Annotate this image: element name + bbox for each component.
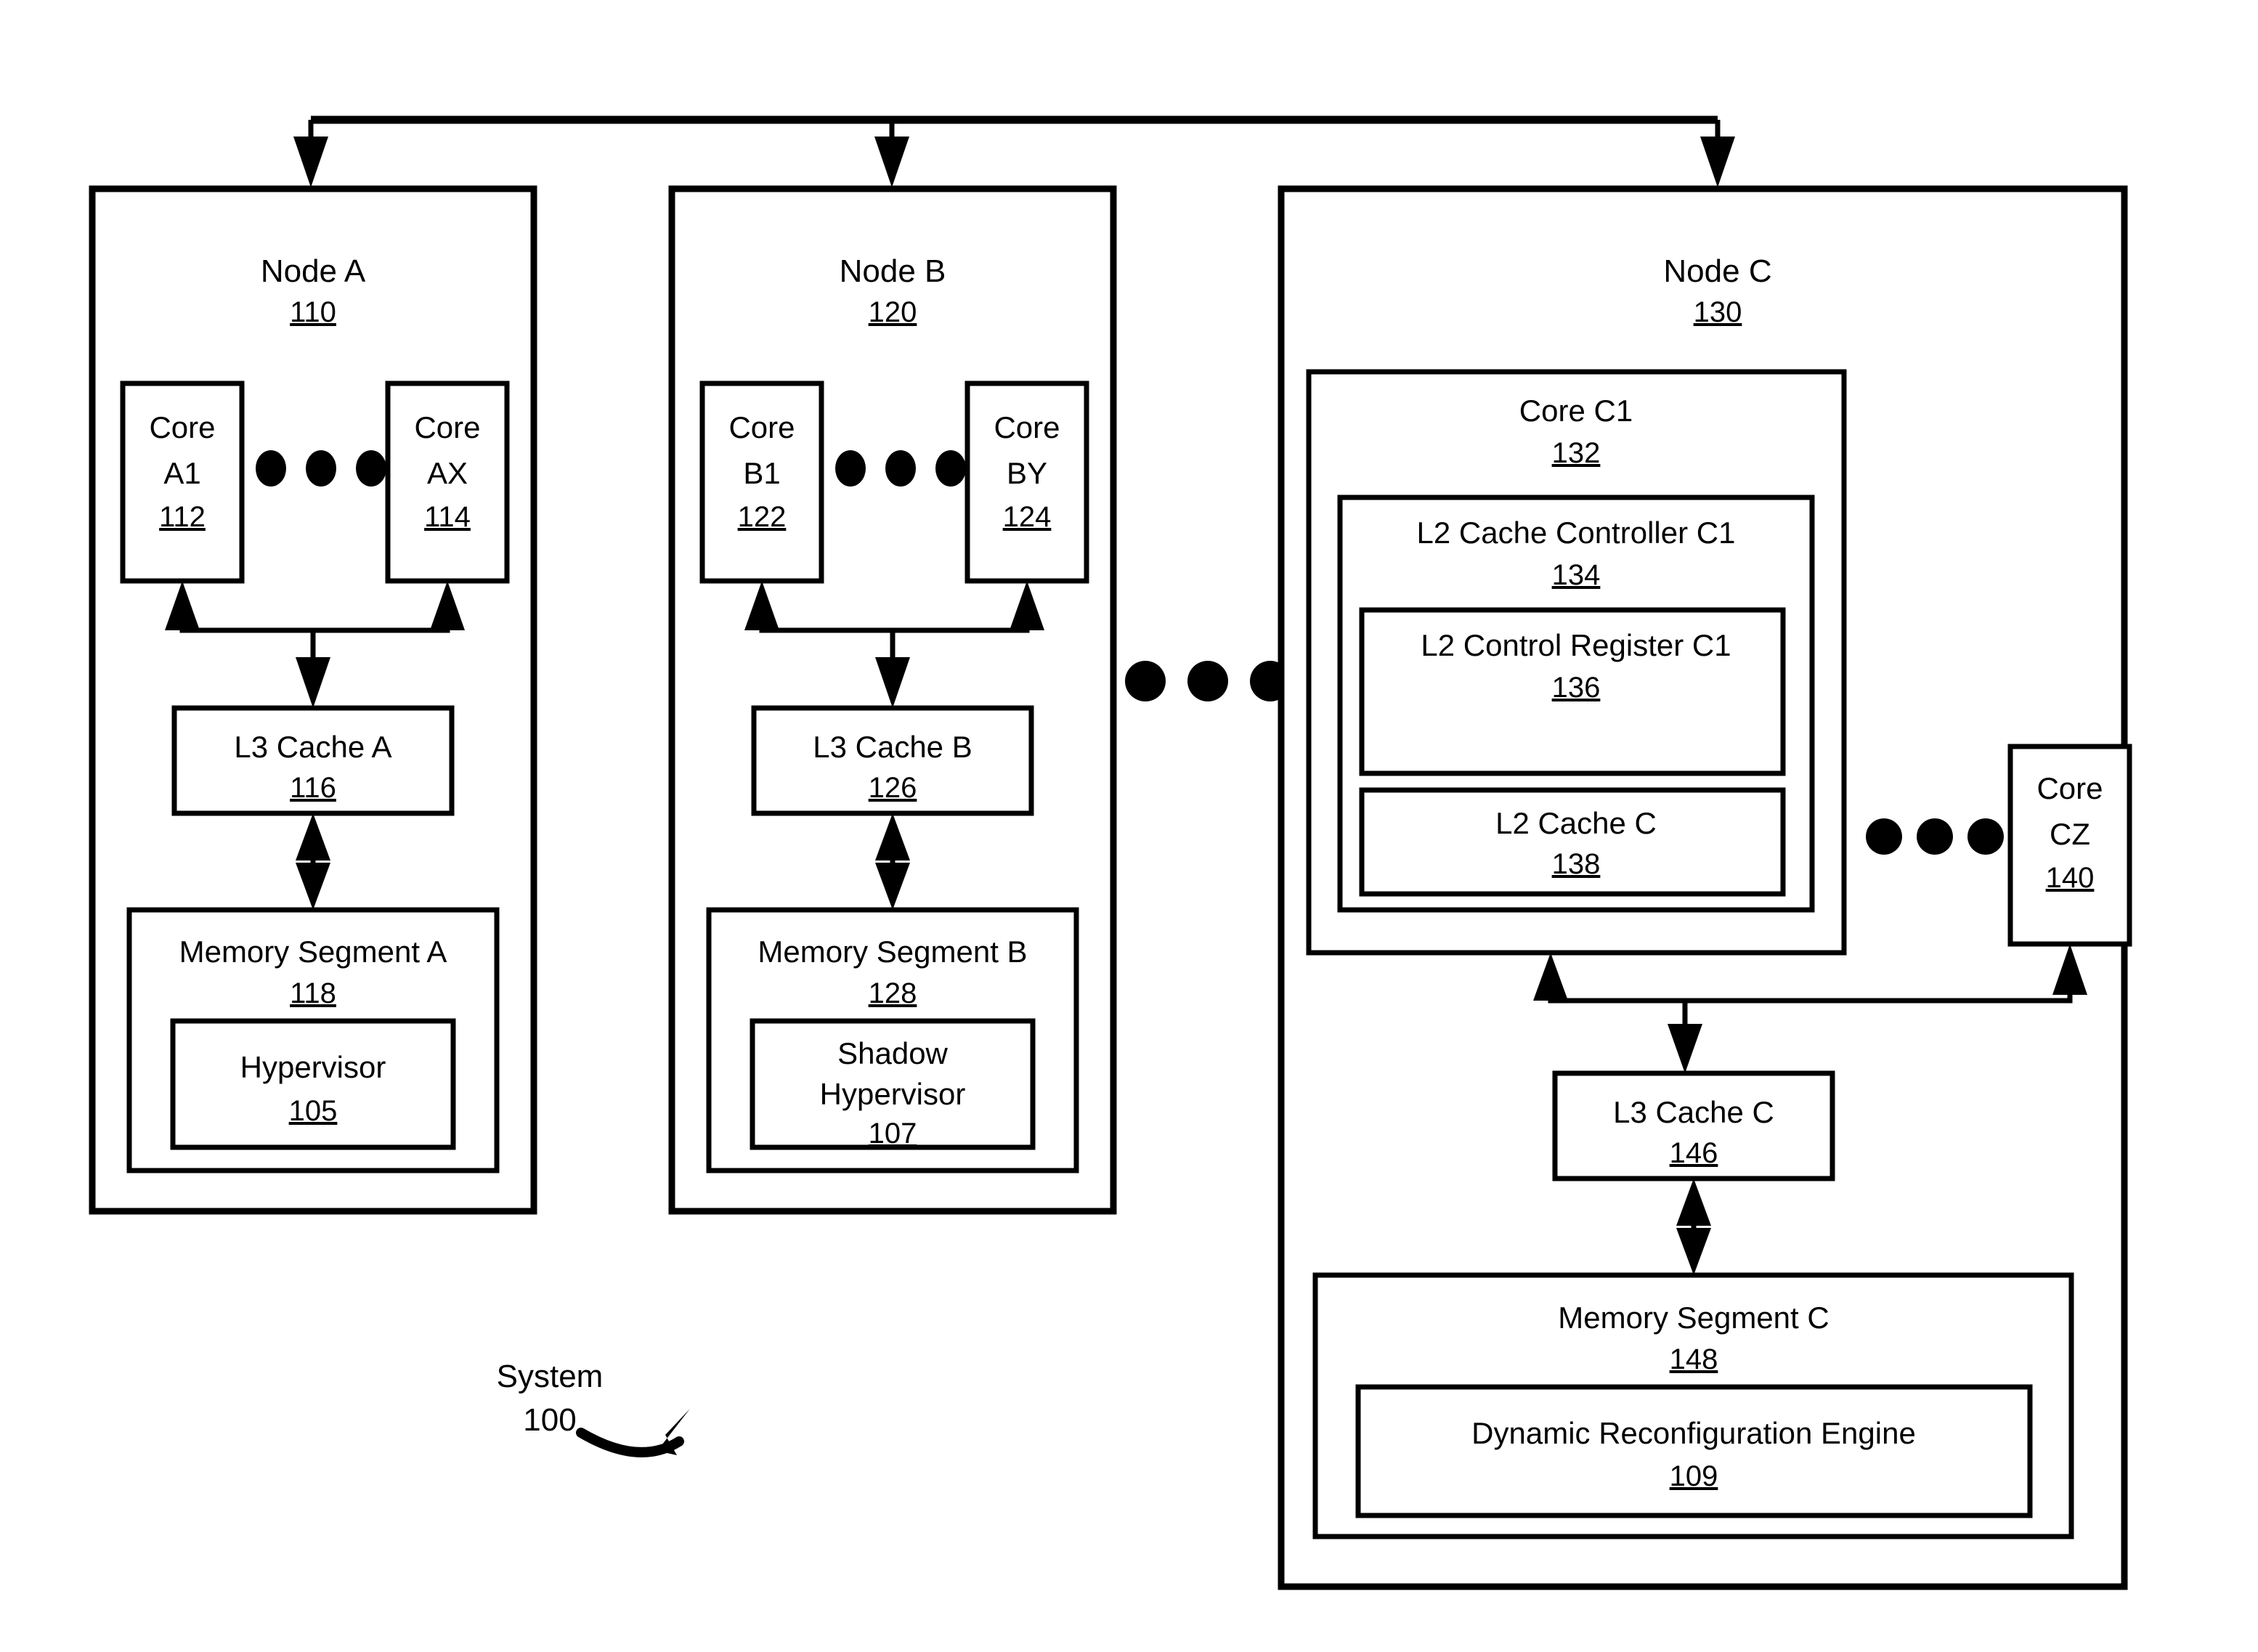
core-by-number: 124 bbox=[1003, 501, 1052, 533]
core-ax-label-line2: AX bbox=[427, 456, 468, 490]
diagram-canvas: Node A 110 Core A1 112 Core AX 114 L3 Ca… bbox=[89, 115, 2132, 1590]
shadow-hypervisor-title-line1: Shadow bbox=[837, 1036, 948, 1070]
core-a1-label-line1: Core bbox=[149, 410, 215, 444]
core-a1-number: 112 bbox=[159, 501, 206, 533]
core-b1-label-line1: Core bbox=[728, 410, 795, 444]
node-c-number: 130 bbox=[1694, 296, 1742, 328]
top-interconnect-bus bbox=[293, 115, 1735, 187]
hypervisor-title: Hypervisor bbox=[240, 1050, 386, 1084]
hypervisor-number: 105 bbox=[289, 1095, 338, 1127]
core-c1-number: 132 bbox=[1552, 437, 1601, 469]
core-by-label-line2: BY bbox=[1007, 456, 1047, 490]
node-b-group[interactable]: Node B 120 Core B1 122 Core BY 124 L3 Ca… bbox=[668, 185, 1117, 1215]
bus-arrowhead-node-c bbox=[1700, 137, 1735, 187]
dynamic-reconfiguration-engine-box[interactable] bbox=[1355, 1384, 2033, 1518]
core-ax-label-line1: Core bbox=[414, 410, 480, 444]
l2-control-register-number: 136 bbox=[1552, 672, 1601, 704]
l3-cache-a-title: L3 Cache A bbox=[234, 730, 391, 764]
node-c-group[interactable]: Node C 130 Core C1 132 L2 Cache Controll… bbox=[1278, 185, 2132, 1590]
core-c1-title: Core C1 bbox=[1519, 394, 1633, 428]
l2-cache-controller-title: L2 Cache Controller C1 bbox=[1417, 516, 1736, 550]
memory-segment-b-title: Memory Segment B bbox=[758, 935, 1027, 969]
patent-figure: Node A 110 Core A1 112 Core AX 114 L3 Ca… bbox=[0, 0, 2258, 1652]
node-a-core-ellipsis bbox=[256, 450, 386, 487]
system-label: System bbox=[497, 1359, 604, 1394]
core-b1-label-line2: B1 bbox=[743, 456, 780, 490]
l3-cache-c-number: 146 bbox=[1670, 1137, 1718, 1169]
l2-cache-c-number: 138 bbox=[1552, 848, 1601, 880]
core-a1-label-line2: A1 bbox=[163, 456, 200, 490]
l2-cache-c-title: L2 Cache C bbox=[1495, 806, 1657, 840]
core-cz-label-line2: CZ bbox=[2050, 817, 2090, 851]
node-c-title: Node C bbox=[1663, 253, 1771, 289]
dynamic-reconfiguration-engine-title: Dynamic Reconfiguration Engine bbox=[1471, 1416, 1916, 1450]
l3-cache-b-title: L3 Cache B bbox=[813, 730, 972, 764]
core-by-label-line1: Core bbox=[994, 410, 1060, 444]
node-a-number: 110 bbox=[290, 296, 336, 328]
core-cz-number: 140 bbox=[2046, 862, 2095, 894]
system-label-group: System 100 bbox=[497, 1359, 690, 1457]
l3-cache-c-title: L3 Cache C bbox=[1613, 1095, 1774, 1129]
l3-cache-a-number: 116 bbox=[290, 772, 336, 804]
bus-arrowhead-node-a bbox=[293, 137, 328, 187]
node-b-core-ellipsis bbox=[835, 450, 966, 487]
node-b-number: 120 bbox=[869, 296, 917, 328]
memory-segment-a-number: 118 bbox=[290, 977, 336, 1009]
node-a-title: Node A bbox=[261, 253, 366, 289]
bus-arrowhead-node-b bbox=[874, 137, 909, 187]
hypervisor-box[interactable] bbox=[170, 1018, 456, 1150]
shadow-hypervisor-title-line2: Hypervisor bbox=[820, 1077, 966, 1111]
node-b-title: Node B bbox=[840, 253, 946, 289]
between-nodes-ellipsis bbox=[1125, 661, 1291, 701]
dynamic-reconfiguration-engine-number: 109 bbox=[1670, 1460, 1718, 1492]
core-cz-label-line1: Core bbox=[2036, 771, 2103, 805]
l3-cache-b-number: 126 bbox=[869, 772, 917, 804]
l2-cache-controller-number: 134 bbox=[1552, 559, 1601, 591]
memory-segment-b-number: 128 bbox=[869, 977, 917, 1009]
system-number: 100 bbox=[523, 1402, 576, 1438]
memory-segment-c-number: 148 bbox=[1670, 1343, 1718, 1375]
node-a-group[interactable]: Node A 110 Core A1 112 Core AX 114 L3 Ca… bbox=[89, 185, 537, 1215]
memory-segment-a-title: Memory Segment A bbox=[179, 935, 447, 969]
core-ax-number: 114 bbox=[424, 501, 471, 533]
shadow-hypervisor-number: 107 bbox=[869, 1118, 917, 1150]
l2-control-register-title: L2 Control Register C1 bbox=[1421, 628, 1731, 662]
node-c-core-ellipsis bbox=[1866, 818, 2004, 855]
memory-segment-c-title: Memory Segment C bbox=[1558, 1301, 1829, 1335]
core-b1-number: 122 bbox=[738, 501, 787, 533]
